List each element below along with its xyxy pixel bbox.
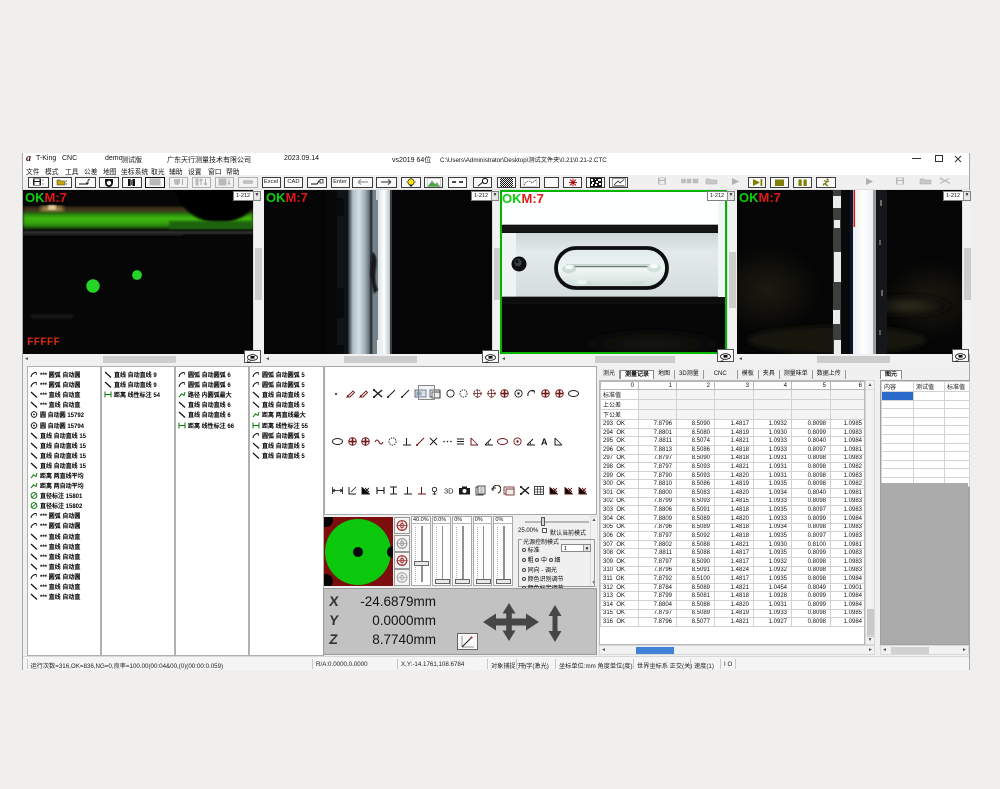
- svg-text:X: X: [328, 594, 340, 608]
- svg-text:A: A: [541, 437, 548, 447]
- svg-text:FFFFF: FFFFF: [27, 337, 60, 349]
- svg-text:3D: 3D: [444, 487, 454, 496]
- svg-text:Z: Z: [328, 632, 339, 646]
- svg-text:Y: Y: [328, 613, 340, 627]
